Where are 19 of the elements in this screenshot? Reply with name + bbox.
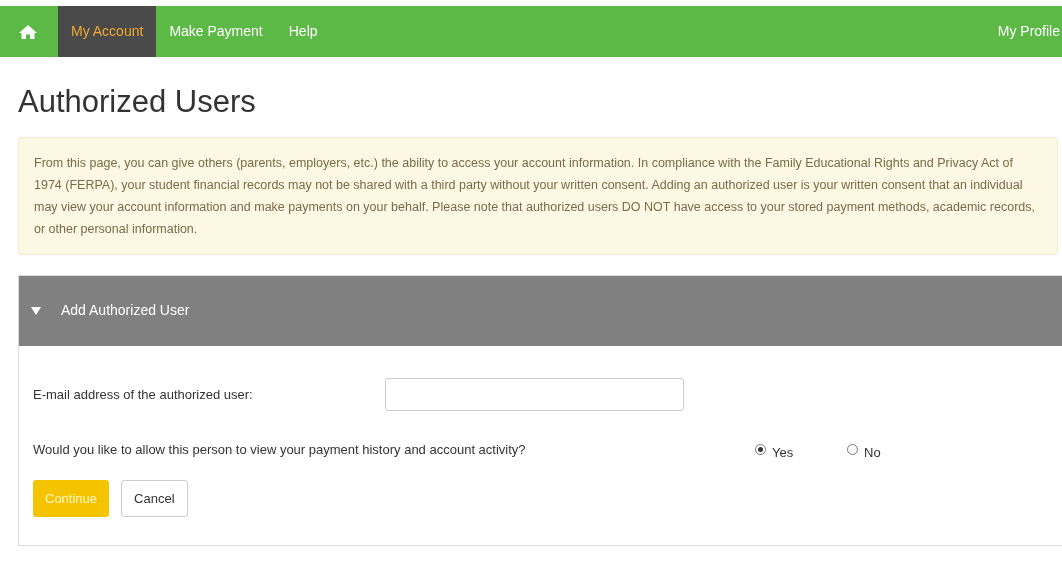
- radio-label: Yes: [772, 443, 794, 462]
- email-field[interactable]: [385, 377, 684, 411]
- nav-tab[interactable]: Help: [275, 6, 331, 57]
- home-icon[interactable]: [18, 23, 38, 40]
- nav-tab[interactable]: Make Payment: [156, 6, 276, 57]
- question-text: Would you like to allow this person to view your payment history and account activity?: [33, 440, 527, 459]
- email-label: E-mail address of the authorized user:: [33, 385, 254, 404]
- radio-button[interactable]: [755, 444, 766, 455]
- panel-title: Add Authorized User: [61, 301, 190, 321]
- profile-link[interactable]: My Profile: [997, 21, 1060, 42]
- page-title: Authorized Users: [18, 83, 257, 121]
- panel-header[interactable]: Add Authorized User: [19, 275, 1062, 346]
- radio-label: No: [864, 443, 881, 462]
- caret-icon: [31, 306, 41, 315]
- nav-tab[interactable]: My Account: [58, 6, 157, 57]
- radio-button[interactable]: [847, 444, 858, 455]
- cancel-button[interactable]: Cancel: [121, 480, 188, 518]
- continue-button[interactable]: Continue: [33, 480, 110, 518]
- notice-text: From this page, you can give others (parents, employers, etc.) the ability to access your account information. In compliance with the Family Educational Rights and Privacy Act of 1974 (FERPA), your student financial records may not be shared with a third party without your written consent. Adding an authorized user is your written consent that an individual may view your account information and make payments on your behalf. Please note that authorized users DO NOT have access to your stored payment methods, academic records, or other personal information.: [34, 154, 1036, 238]
